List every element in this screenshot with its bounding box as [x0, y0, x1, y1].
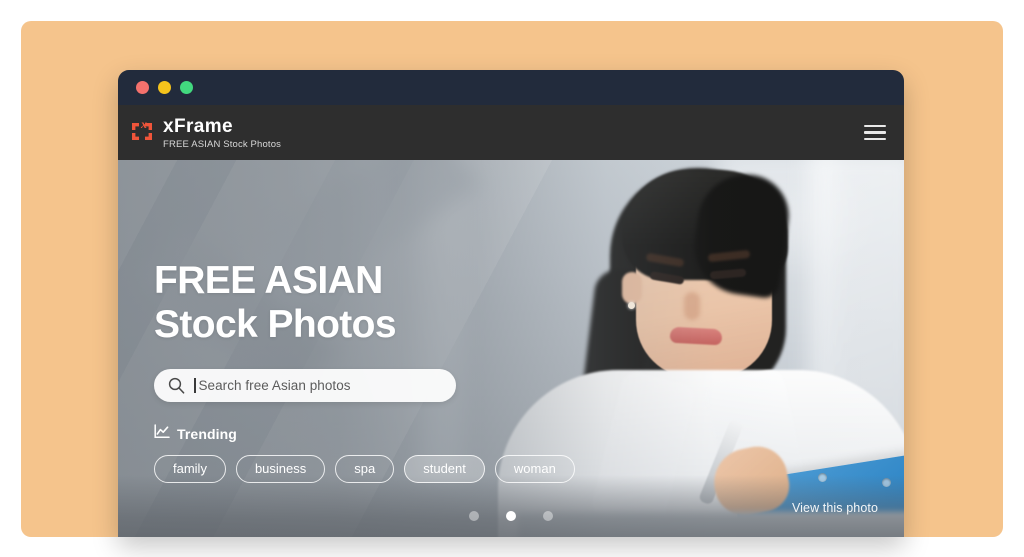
carousel-dot-1[interactable] [469, 511, 479, 521]
hero-banner: FREE ASIAN Stock Photos Search free Asia… [118, 160, 904, 537]
screenshot-root: x xFrame FREE ASIAN Stock Photos FREE AS… [0, 0, 1024, 557]
trending-tag-woman[interactable]: woman [494, 454, 575, 483]
text-cursor [194, 377, 196, 393]
window-minimize-button[interactable] [158, 81, 171, 94]
brand-logo[interactable]: x xFrame FREE ASIAN Stock Photos [132, 116, 281, 150]
trending-tag-spa[interactable]: spa [335, 454, 395, 483]
trending-tag-business[interactable]: business [235, 454, 326, 483]
trending-tag-list: family business spa student woman [154, 454, 634, 483]
carousel-dot-3[interactable] [543, 511, 553, 521]
svg-text:x: x [140, 119, 147, 131]
window-titlebar [118, 70, 904, 105]
trending-header: Trending [154, 423, 634, 444]
hamburger-line [864, 137, 886, 141]
carousel-dots [118, 511, 904, 521]
hero-title-line2: Stock Photos [154, 302, 397, 346]
search-placeholder: Search free Asian photos [198, 377, 351, 393]
window-maximize-button[interactable] [180, 81, 193, 94]
frame-brackets-x-icon: x [132, 119, 156, 141]
trending-tag-student[interactable]: student [404, 454, 485, 483]
hamburger-menu-icon[interactable] [864, 122, 886, 144]
hamburger-line [864, 124, 886, 128]
search-input[interactable]: Search free Asian photos [154, 368, 456, 402]
brand-name: xFrame [163, 115, 233, 137]
hero-title-line1: FREE ASIAN [154, 259, 383, 302]
trending-tag-family[interactable]: family [154, 454, 226, 483]
carousel-dot-2[interactable] [506, 511, 516, 521]
hamburger-line [864, 131, 886, 134]
view-this-photo-link[interactable]: View this photo [792, 501, 878, 515]
window-close-button[interactable] [136, 81, 149, 94]
search-icon [168, 377, 185, 394]
trending-label: Trending [177, 425, 237, 442]
browser-window: x xFrame FREE ASIAN Stock Photos FREE AS… [118, 70, 904, 537]
hero-bottom-fade [118, 475, 904, 537]
site-header: x xFrame FREE ASIAN Stock Photos [118, 105, 904, 160]
hero-content: FREE ASIAN Stock Photos Search free Asia… [154, 260, 634, 483]
trending-chart-icon [154, 423, 170, 444]
brand-tagline: FREE ASIAN Stock Photos [163, 138, 282, 150]
